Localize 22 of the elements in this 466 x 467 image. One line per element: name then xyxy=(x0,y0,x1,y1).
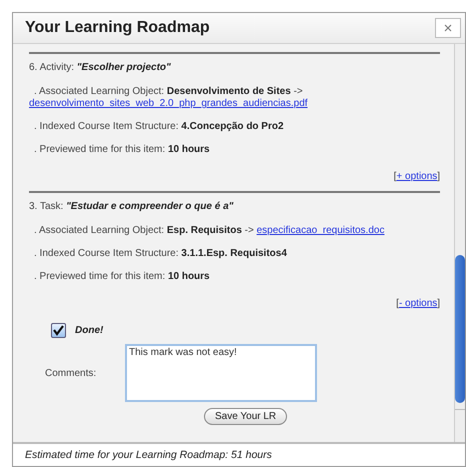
window-title: Your Learning Roadmap xyxy=(25,19,210,37)
options-link[interactable]: + options xyxy=(396,171,438,182)
done-checkbox[interactable] xyxy=(51,323,66,338)
comments-label: Comments: xyxy=(44,368,98,378)
scrollbar[interactable] xyxy=(454,44,465,442)
item-detail: . Associated Learning Object: Esp. Requisitos -> especificacao_requisitos.doc xyxy=(34,225,386,236)
status-bar: Estimated time for your Learning Roadmap: 51 hours xyxy=(13,442,465,466)
close-button[interactable]: × xyxy=(435,18,461,38)
save-button[interactable]: Save Your LR xyxy=(204,408,288,425)
options-link[interactable]: - options xyxy=(398,298,438,309)
file-link[interactable]: desenvolvimento_sites_web_2.0_php_grandes_audiencias.pdf xyxy=(29,98,440,109)
file-link[interactable]: especificacao_requisitos.doc xyxy=(256,225,384,236)
item-heading: 6. Activity: "Escolher projecto" xyxy=(29,62,172,73)
options-toggle: [- options] xyxy=(396,298,440,309)
item-detail: . Previewed time for this item: 10 hours xyxy=(34,144,211,155)
comments-field[interactable]: This mark was not easy! xyxy=(125,344,317,402)
item-detail: . Indexed Course Item Structure: 4.Concepção do Pro2 xyxy=(34,121,285,132)
item-detail: . Previewed time for this item: 10 hours xyxy=(34,271,211,282)
item-heading: 3. Task: "Estudar e compreender o que é a" xyxy=(29,201,234,212)
options-toggle: [+ options] xyxy=(394,171,440,182)
item-detail: . Indexed Course Item Structure: 3.1.1.Esp. Requisitos4 xyxy=(34,248,288,259)
done-label: Done! xyxy=(75,325,104,336)
